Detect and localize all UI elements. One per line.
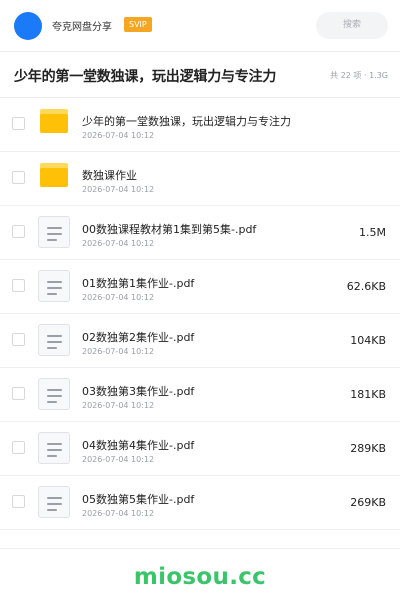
checkbox[interactable] (12, 333, 25, 346)
list-item[interactable]: 00数独课程教材第1集到第5集-.pdf 2026-07-04 10:12 1.… (0, 206, 400, 260)
file-size: 289KB (350, 442, 386, 455)
file-date: 2026-07-04 10:12 (82, 131, 155, 140)
list-item[interactable]: 05数独第5集作业-.pdf 2026-07-04 10:12 269KB (0, 476, 400, 530)
list-item[interactable]: 02数独第2集作业-.pdf 2026-07-04 10:12 104KB (0, 314, 400, 368)
file-date: 2026-07-04 10:12 (82, 239, 155, 248)
file-size: 181KB (350, 388, 386, 401)
checkbox[interactable] (12, 441, 25, 454)
checkbox[interactable] (12, 279, 25, 292)
list-item[interactable]: 04数独第4集作业-.pdf 2026-07-04 10:12 289KB (0, 422, 400, 476)
file-name: 01数独第1集作业-.pdf (82, 277, 195, 290)
document-icon (38, 216, 70, 248)
svip-badge: SVIP (124, 17, 152, 32)
document-icon (38, 432, 70, 464)
folder-meta: 共 22 项 · 1.3G (330, 71, 388, 80)
checkbox[interactable] (12, 495, 25, 508)
folder-icon (40, 163, 68, 187)
share-name: 夸克网盘分享 (52, 22, 112, 33)
file-name: 少年的第一堂数独课，玩出逻辑力与专注力 (82, 115, 291, 128)
list-item[interactable]: 01数独第1集作业-.pdf 2026-07-04 10:12 62.6KB (0, 260, 400, 314)
file-date: 2026-07-04 10:12 (82, 185, 155, 194)
file-list: 少年的第一堂数独课，玩出逻辑力与专注力 2026-07-04 10:12 数独课… (0, 98, 400, 530)
list-item[interactable]: 少年的第一堂数独课，玩出逻辑力与专注力 2026-07-04 10:12 (0, 98, 400, 152)
folder-icon (40, 109, 68, 133)
checkbox[interactable] (12, 225, 25, 238)
document-icon (38, 270, 70, 302)
folder-header: 少年的第一堂数独课，玩出逻辑力与专注力 共 22 项 · 1.3G (0, 52, 400, 98)
document-icon (38, 378, 70, 410)
file-name: 00数独课程教材第1集到第5集-.pdf (82, 223, 257, 236)
file-size: 269KB (350, 496, 386, 509)
search-input[interactable]: 搜索 (316, 12, 388, 39)
avatar[interactable] (14, 12, 42, 40)
file-date: 2026-07-04 10:12 (82, 509, 155, 518)
watermark: miosou.cc (133, 564, 267, 590)
footer: miosou.cc (0, 548, 400, 600)
page-title: 少年的第一堂数独课，玩出逻辑力与专注力 (14, 69, 277, 85)
file-name: 05数独第5集作业-.pdf (82, 493, 195, 506)
list-item[interactable]: 03数独第3集作业-.pdf 2026-07-04 10:12 181KB (0, 368, 400, 422)
file-date: 2026-07-04 10:12 (82, 401, 155, 410)
document-icon (38, 486, 70, 518)
top-bar: 夸克网盘分享 SVIP 搜索 (0, 0, 400, 52)
file-date: 2026-07-04 10:12 (82, 455, 155, 464)
file-name: 数独课作业 (82, 169, 137, 182)
checkbox[interactable] (12, 117, 25, 130)
file-date: 2026-07-04 10:12 (82, 347, 155, 356)
checkbox[interactable] (12, 387, 25, 400)
checkbox[interactable] (12, 171, 25, 184)
document-icon (38, 324, 70, 356)
file-date: 2026-07-04 10:12 (82, 293, 155, 302)
file-size: 104KB (350, 334, 386, 347)
file-size: 1.5M (359, 226, 386, 239)
list-item[interactable]: 数独课作业 2026-07-04 10:12 (0, 152, 400, 206)
file-name: 04数独第4集作业-.pdf (82, 439, 195, 452)
file-size: 62.6KB (346, 280, 386, 293)
file-name: 02数独第2集作业-.pdf (82, 331, 195, 344)
file-name: 03数独第3集作业-.pdf (82, 385, 195, 398)
